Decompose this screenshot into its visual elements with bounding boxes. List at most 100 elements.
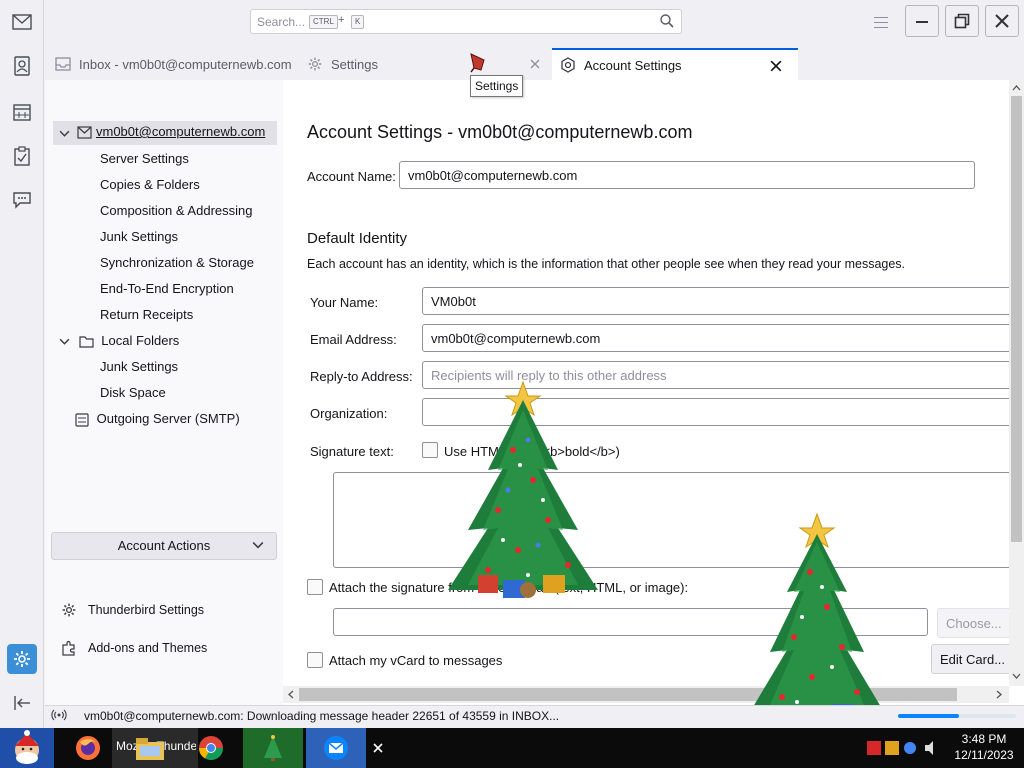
calendar-icon[interactable]: [9, 99, 35, 125]
thunderbird-taskbar-icon[interactable]: [306, 728, 366, 768]
taskbar: Mozilla Thunderbird 3:48 PM 12/11/2023: [0, 728, 1024, 768]
firefox-taskbar-icon[interactable]: [68, 728, 108, 768]
download-progress-fill: [898, 714, 960, 718]
tree-item-return-receipts[interactable]: Return Receipts: [100, 304, 193, 326]
tree-item-local-junk[interactable]: Junk Settings: [100, 356, 178, 378]
tree-app-taskbar-icon[interactable]: [243, 728, 303, 768]
tab-settings-label: Settings: [331, 56, 378, 72]
clock-time: 3:48 PM: [961, 732, 1007, 746]
chevron-down-icon: [252, 534, 264, 560]
signature-text-label: Signature text:: [310, 444, 394, 459]
tab-inbox[interactable]: Inbox - vm0b0t@computernewb.com: [55, 48, 300, 80]
edit-card-button[interactable]: Edit Card...: [931, 644, 1009, 674]
start-button[interactable]: [0, 728, 54, 768]
online-status-icon[interactable]: [51, 706, 67, 730]
tree-item-sync-storage[interactable]: Synchronization & Storage: [100, 252, 254, 274]
account-actions-button[interactable]: Account Actions: [51, 532, 277, 560]
minimize-icon: [916, 21, 928, 23]
tree-account-label: vm0b0t@computernewb.com: [96, 124, 266, 139]
tree-item-e2e-encryption[interactable]: End-To-End Encryption: [100, 278, 234, 300]
scroll-left-icon[interactable]: [285, 687, 297, 702]
email-address-input[interactable]: vm0b0t@computernewb.com: [422, 324, 1009, 352]
restore-icon: [954, 13, 970, 29]
tree-local-folders-label: Local Folders: [101, 333, 180, 348]
tree-local-folders-row[interactable]: Local Folders: [59, 330, 179, 352]
app-menu-icon[interactable]: [872, 13, 890, 29]
collapse-spaces-icon[interactable]: [9, 690, 35, 716]
thunderbird-settings-link[interactable]: Thunderbird Settings: [61, 599, 204, 621]
tasks-icon[interactable]: [9, 143, 35, 169]
settings-space-icon[interactable]: [7, 644, 37, 674]
file-explorer-icon: [136, 738, 164, 760]
tree-item-copies-folders[interactable]: Copies & Folders: [100, 174, 200, 196]
chrome-taskbar-icon[interactable]: [193, 728, 229, 768]
taskbar-clock[interactable]: 3:48 PM 12/11/2023: [944, 731, 1024, 763]
tab-account-settings-label: Account Settings: [584, 57, 682, 73]
server-icon: [75, 412, 89, 427]
chat-icon[interactable]: [9, 187, 35, 213]
account-name-input[interactable]: vm0b0t@computernewb.com: [399, 161, 975, 189]
search-placeholder: Search...: [257, 15, 306, 29]
download-progress-bar: [898, 714, 1016, 718]
choose-file-button[interactable]: Choose...: [937, 608, 1009, 638]
status-text: vm0b0t@computernewb.com: Downloading mes…: [84, 709, 560, 723]
close-window-taskbar-icon[interactable]: [370, 728, 386, 768]
tree-item-composition[interactable]: Composition & Addressing: [100, 200, 252, 222]
shortcut-key-k: K: [351, 15, 365, 29]
mail-space-icon[interactable]: [9, 9, 35, 35]
account-actions-label: Account Actions: [117, 538, 211, 553]
identity-description: Each account has an identity, which is t…: [307, 257, 906, 271]
tooltip: Settings: [470, 75, 524, 97]
account-mail-icon: [77, 126, 92, 142]
tab-inbox-label: Inbox - vm0b0t@computernewb.com: [79, 56, 292, 72]
tab-account-settings[interactable]: Account Settings: [552, 48, 798, 80]
close-tab-icon[interactable]: [527, 56, 543, 72]
thunderbird-taskbar-button[interactable]: Mozilla Thunderbird: [112, 728, 198, 768]
address-book-icon[interactable]: [9, 53, 35, 79]
chevron-down-icon[interactable]: [59, 336, 70, 347]
close-icon: [995, 14, 1009, 28]
close-tab-icon[interactable]: [768, 58, 784, 74]
clock-date: 12/11/2023: [954, 748, 1014, 762]
close-window-button[interactable]: [985, 5, 1019, 37]
title-bar: Search... CTRL + K: [0, 0, 1024, 44]
your-name-label: Your Name:: [310, 295, 379, 310]
thunderbird-settings-label: Thunderbird Settings: [88, 603, 205, 617]
tree-item-disk-space[interactable]: Disk Space: [100, 382, 166, 404]
your-name-input[interactable]: VM0b0t: [422, 287, 1009, 315]
scroll-right-icon[interactable]: [993, 687, 1005, 702]
shortcut-plus: +: [338, 14, 345, 26]
global-search-input[interactable]: Search... CTRL + K: [250, 9, 682, 34]
addons-themes-link[interactable]: Add-ons and Themes: [61, 637, 207, 659]
email-address-label: Email Address:: [310, 332, 397, 347]
scroll-up-icon[interactable]: [1009, 82, 1024, 94]
christmas-cursor-icon: [470, 53, 485, 73]
attach-vcard-label: Attach my vCard to messages: [329, 653, 503, 668]
spaces-toolbar: [0, 0, 44, 728]
tree-account-row[interactable]: vm0b0t@computernewb.com: [53, 121, 277, 145]
santa-start-icon: [15, 730, 39, 764]
tree-outgoing-server-label: Outgoing Server (SMTP): [96, 411, 240, 426]
attach-vcard-checkbox[interactable]: [307, 652, 323, 668]
default-identity-heading: Default Identity: [307, 230, 408, 247]
status-bar: vm0b0t@computernewb.com: Downloading mes…: [45, 705, 1024, 727]
account-name-label: Account Name:: [307, 169, 396, 184]
puzzle-icon: [61, 640, 79, 656]
attach-signature-checkbox[interactable]: [307, 579, 323, 595]
vertical-scroll-thumb[interactable]: [1011, 96, 1022, 542]
scroll-down-icon[interactable]: [1009, 670, 1024, 682]
tree-outgoing-server-row[interactable]: Outgoing Server (SMTP): [75, 408, 240, 430]
system-tray[interactable]: [864, 728, 944, 768]
account-settings-tab-icon: [560, 57, 576, 73]
search-icon[interactable]: [659, 13, 675, 32]
vertical-scrollbar[interactable]: [1009, 80, 1024, 686]
inbox-tab-icon: [55, 57, 71, 71]
reply-to-label: Reply-to Address:: [310, 369, 413, 384]
addons-themes-label: Add-ons and Themes: [88, 641, 208, 655]
tree-item-junk-settings[interactable]: Junk Settings: [100, 226, 178, 248]
restore-button[interactable]: [945, 5, 979, 37]
tree-item-server-settings[interactable]: Server Settings: [100, 148, 189, 170]
minimize-button[interactable]: [905, 5, 939, 37]
tray-icons: [867, 741, 933, 755]
chevron-down-icon[interactable]: [59, 127, 70, 142]
